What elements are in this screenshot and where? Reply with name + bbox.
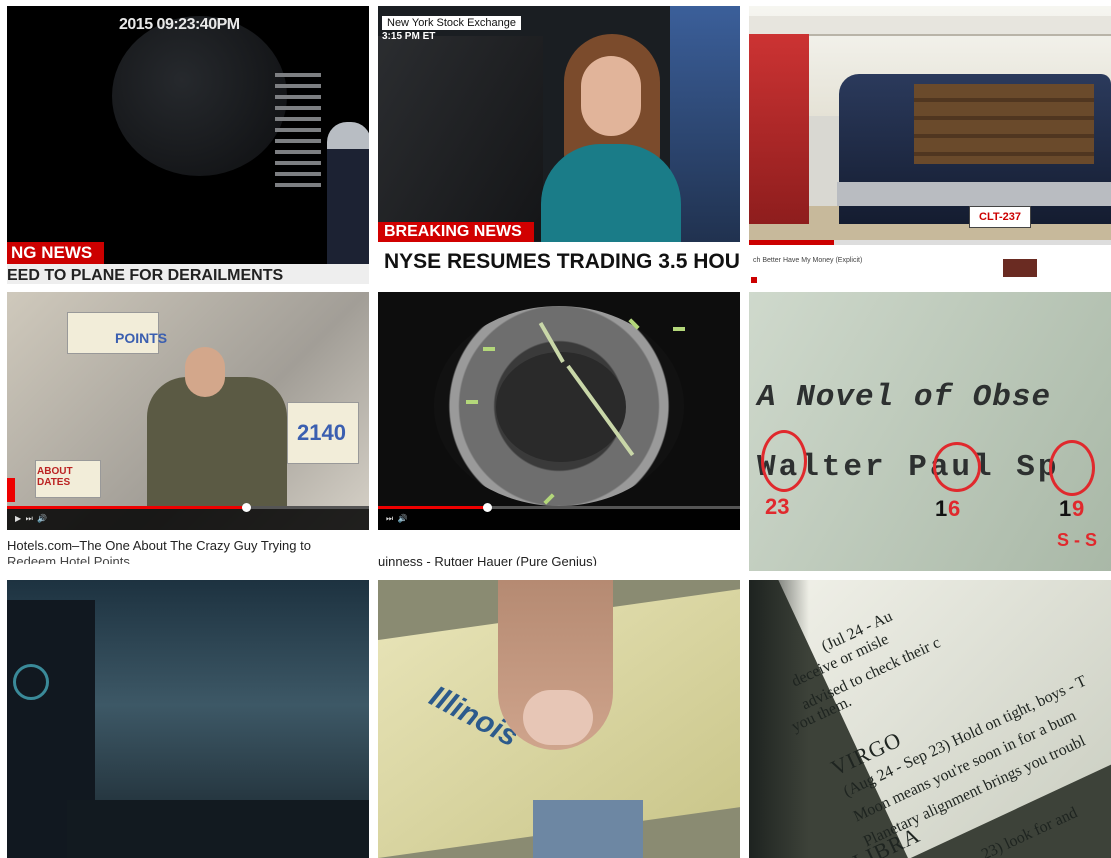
red-marker (751, 277, 757, 283)
person-figure (147, 377, 287, 507)
typed-line-1: A Novel of Obse (757, 380, 1052, 415)
number-label-a: 1 (1059, 496, 1072, 521)
license-photo (533, 800, 643, 858)
rooftops (67, 800, 369, 858)
red-tab (7, 478, 15, 502)
wall-word: POINTS (115, 330, 168, 346)
video-thumbnail-3[interactable]: CLT-237 ch Better Have My Money (Explici… (749, 6, 1111, 284)
controls-icons[interactable]: ⏭ 🔊 (386, 514, 408, 524)
gas-station-canopy (749, 16, 1111, 36)
video-controls: ▶ ⏭ 🔊 (7, 503, 369, 530)
video-title[interactable]: Hotels.com–The One About The Crazy Guy T… (7, 538, 369, 554)
wall-number: 2140 (297, 420, 346, 445)
video-thumbnail-4[interactable]: POINTS 2140 ABOUT DATES ▶ ⏭ 🔊 Hotels.com… (7, 292, 369, 571)
gas-pump (749, 34, 809, 224)
location-label: New York Stock Exchange (382, 16, 522, 30)
breaking-news-banner: NG NEWS (7, 242, 105, 264)
person-head (185, 347, 225, 397)
controls-icons[interactable]: ▶ ⏭ 🔊 (15, 514, 47, 524)
video-title-line2[interactable]: Redeem Hotel Points (7, 554, 369, 564)
person-figure (327, 122, 369, 272)
image-tile-id-card[interactable]: Illinois (378, 580, 740, 858)
timestamp-overlay: 2015 09:23:40PM (119, 16, 240, 33)
number-label: 23 (765, 494, 790, 519)
scrubber-knob[interactable] (482, 503, 492, 512)
related-thumbnail[interactable] (1003, 259, 1037, 277)
progress-bar[interactable] (7, 503, 369, 512)
clock-icon (13, 664, 49, 700)
video-frame[interactable]: ⏭ 🔊 (378, 292, 740, 530)
moon-shape (112, 16, 287, 176)
letter-equation: S - S (1057, 530, 1098, 550)
page-shadow (749, 580, 809, 858)
wooden-crate (914, 84, 1094, 164)
image-tile-horoscope[interactable]: (Jul 24 - Au deceive or misle advised to… (749, 580, 1111, 858)
headline-text: NYSE RESUMES TRADING 3.5 HOURS AFT (378, 242, 740, 284)
hour-marker (673, 327, 685, 331)
image-tile-typewriter[interactable]: A Novel of Obse Walter Paul Sp 23 1 6 1 … (749, 292, 1111, 571)
red-circle (761, 430, 807, 492)
ticker-board (275, 66, 335, 194)
scrubber-knob[interactable] (241, 503, 251, 512)
background-people (378, 36, 543, 241)
video-frame[interactable]: POINTS 2140 ABOUT DATES ▶ ⏭ 🔊 (7, 292, 369, 530)
news-ticker-text: EED TO PLANE FOR DERAILMENTS (7, 264, 369, 284)
car-bumper (837, 182, 1111, 206)
image-tile-stormy-clocktower[interactable] (7, 580, 369, 858)
red-circle (1049, 440, 1095, 496)
red-circle (933, 442, 981, 492)
wall-note: ABOUT DATES (37, 466, 73, 488)
hour-marker (483, 347, 495, 351)
video-controls: ⏭ 🔊 (378, 503, 740, 530)
hour-marker (466, 400, 478, 404)
thumbnail-nail (523, 690, 593, 745)
video-caption[interactable]: ch Better Have My Money (Explicit) (753, 257, 862, 264)
video-title[interactable]: uinness - Rutger Hauer (Pure Genius) (378, 554, 740, 566)
video-thumbnail-5[interactable]: ⏭ 🔊 uinness - Rutger Hauer (Pure Genius) (378, 292, 740, 571)
breaking-news-banner: BREAKING NEWS (378, 222, 534, 242)
number-label-b: 6 (948, 496, 961, 521)
progress-bar[interactable] (378, 503, 740, 512)
number-label-b: 9 (1072, 496, 1085, 521)
video-thumbnail-2[interactable]: New York Stock Exchange 3:15 PM ET BREAK… (378, 6, 740, 284)
video-thumbnail-1[interactable]: 2015 09:23:40PM NG NEWS EED TO PLANE FOR… (7, 6, 369, 284)
license-plate: CLT-237 (969, 206, 1031, 228)
reporter-figure (536, 34, 686, 246)
time-label: 3:15 PM ET (382, 31, 436, 42)
video-page-footer: ch Better Have My Money (Explicit) (749, 245, 1111, 284)
number-label-a: 1 (935, 496, 948, 521)
watch-movement (496, 352, 626, 462)
